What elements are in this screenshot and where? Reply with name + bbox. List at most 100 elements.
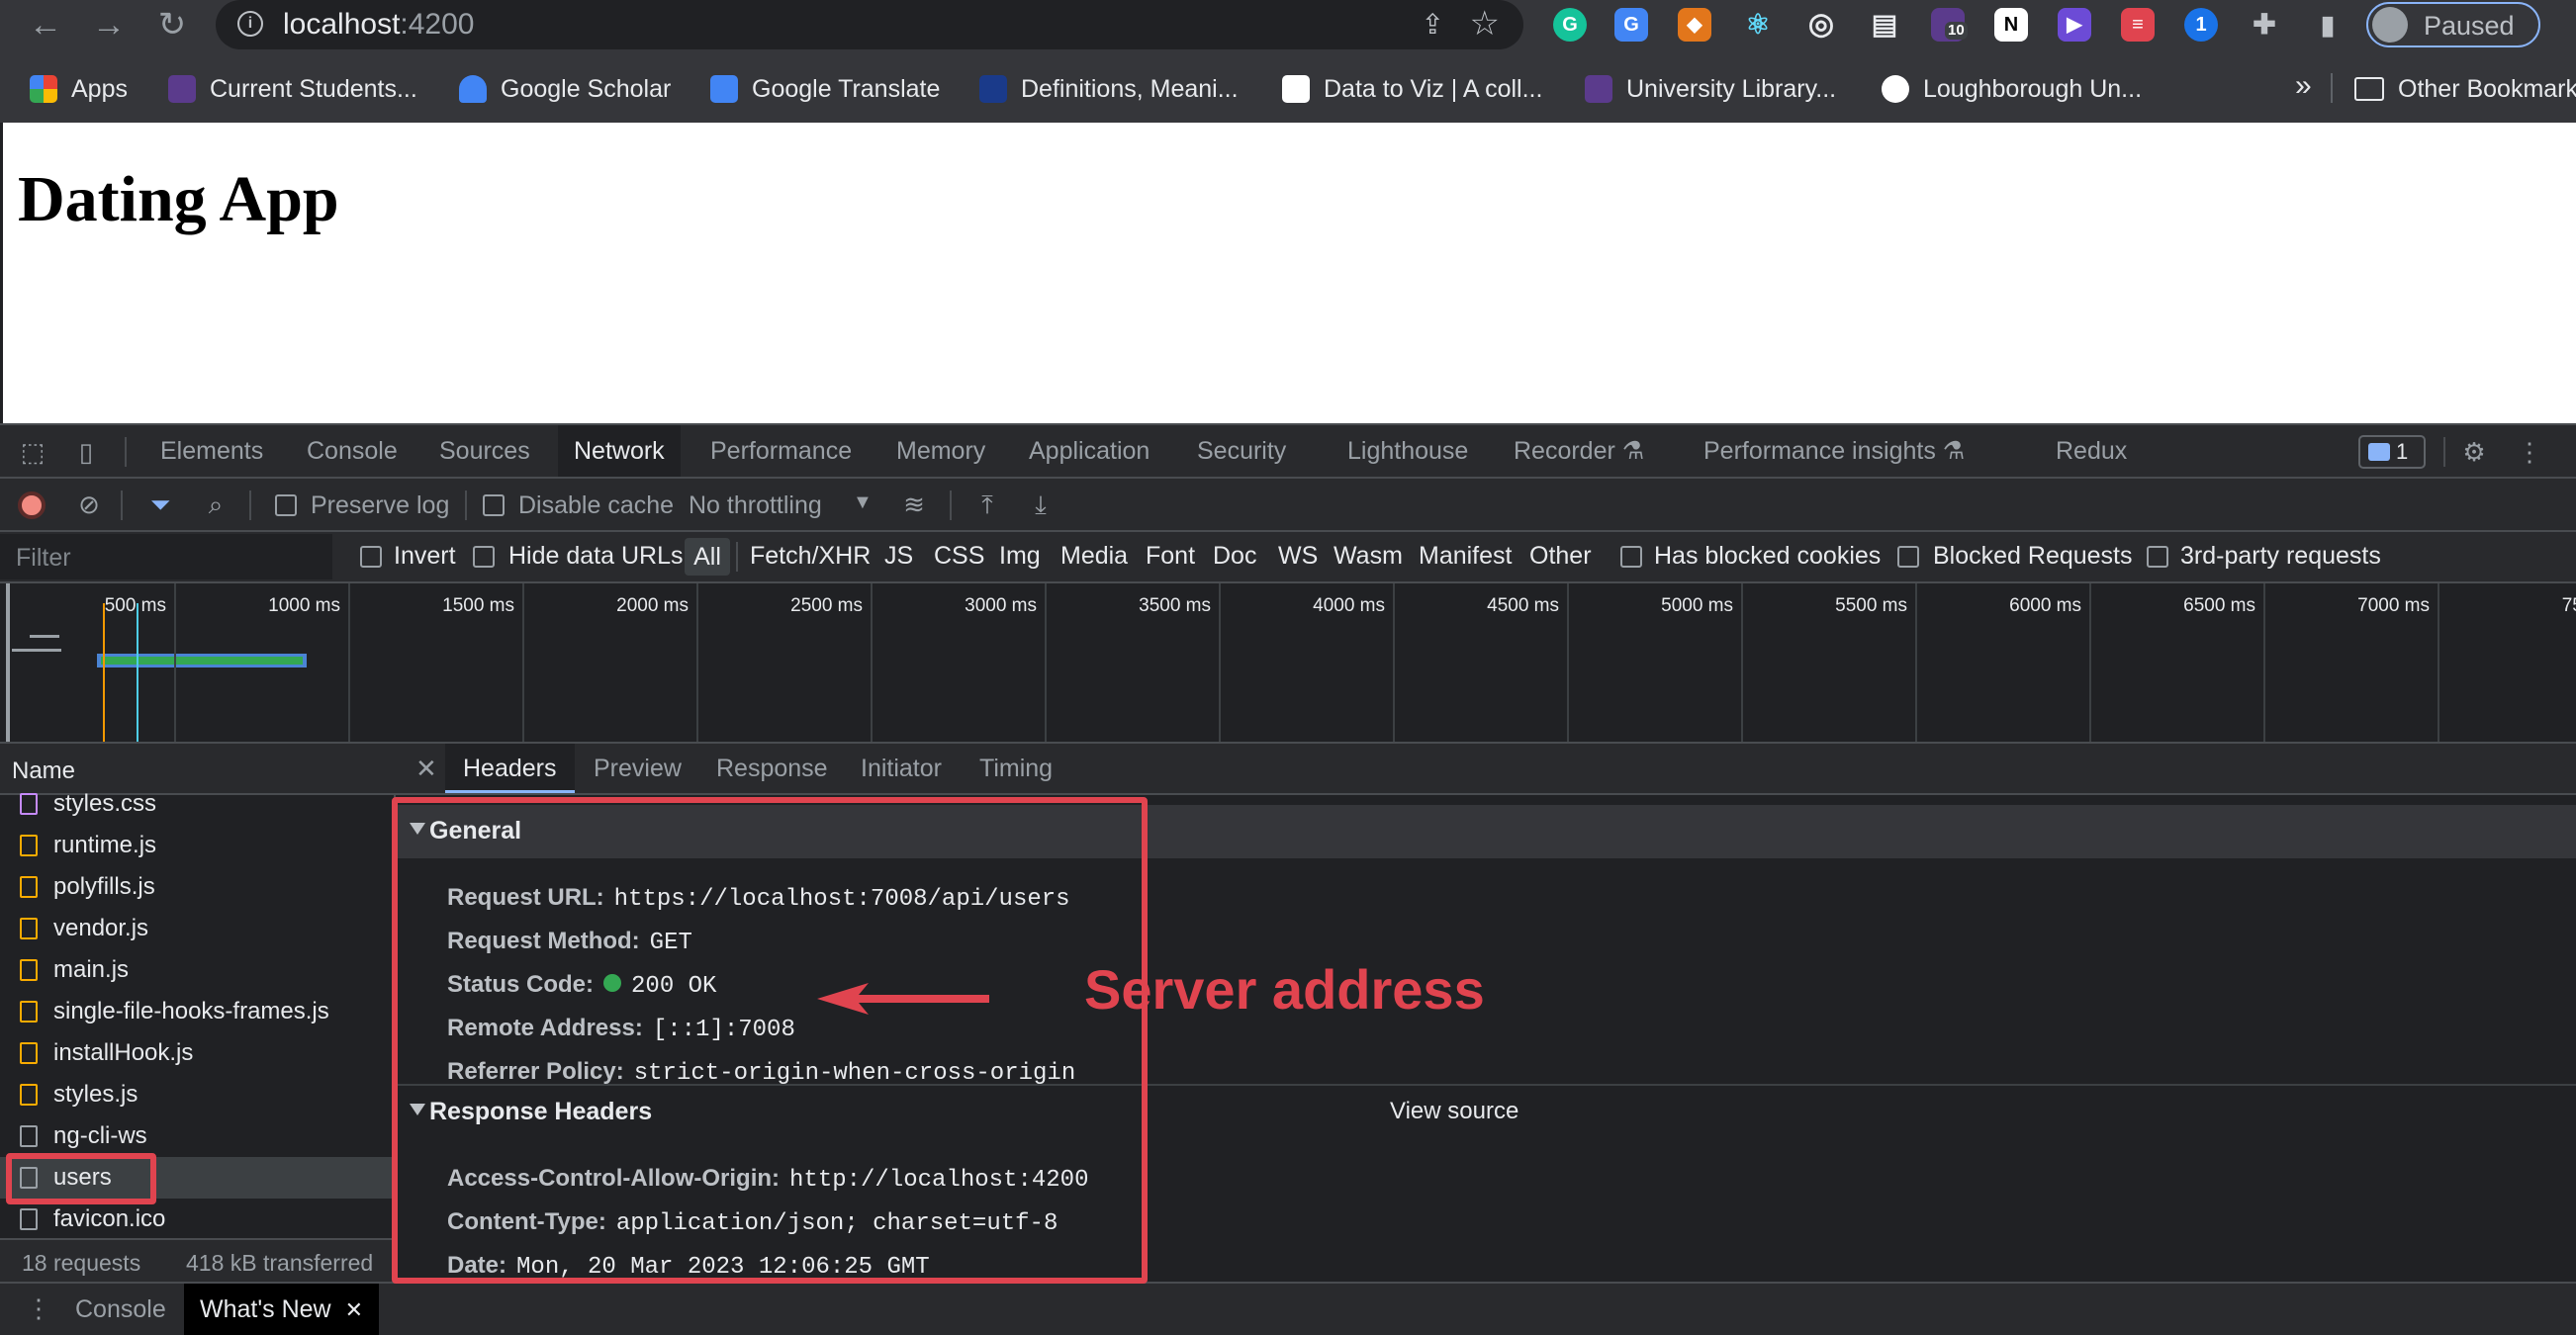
tab-elements[interactable]: Elements <box>144 425 279 477</box>
filter-type-other[interactable]: Other <box>1529 542 1592 571</box>
timeline-start-handle[interactable] <box>6 583 10 742</box>
inspect-element-icon[interactable]: ⬚ <box>18 437 47 467</box>
drawer-tab-console[interactable]: Console <box>59 1284 182 1335</box>
filter-type-ws[interactable]: WS <box>1278 542 1318 571</box>
tab-console[interactable]: Console <box>291 425 414 477</box>
tab-network[interactable]: Network <box>558 425 681 477</box>
filter-type-manifest[interactable]: Manifest <box>1419 542 1512 571</box>
filter-type-wasm[interactable]: Wasm <box>1334 542 1403 571</box>
tab-lighthouse[interactable]: Lighthouse <box>1332 425 1484 477</box>
clear-icon[interactable]: ⊘ <box>73 489 105 520</box>
hide-data-urls-checkbox[interactable] <box>473 546 495 568</box>
filter-type-img[interactable]: Img <box>999 542 1041 571</box>
bookmark-apps[interactable]: Apps <box>30 71 128 107</box>
filter-input[interactable]: Filter <box>0 534 332 579</box>
tab-response[interactable]: Response <box>698 744 846 793</box>
request-row-single-file-hooks-frames-js[interactable]: single-file-hooks-frames.js <box>0 991 394 1032</box>
request-row-main-js[interactable]: main.js <box>0 949 394 991</box>
request-row-polyfills-js[interactable]: polyfills.js <box>0 866 394 908</box>
tab-timing[interactable]: Timing <box>962 744 1070 793</box>
search-icon[interactable]: ⌕ <box>200 489 231 520</box>
close-icon[interactable]: ✕ <box>415 754 437 784</box>
filter-type-font[interactable]: Font <box>1146 542 1195 571</box>
request-row-styles-js[interactable]: styles.js <box>0 1074 394 1115</box>
request-row-installhook-js[interactable]: installHook.js <box>0 1032 394 1074</box>
request-row-runtime-js[interactable]: runtime.js <box>0 825 394 866</box>
invert-checkbox[interactable] <box>360 546 382 568</box>
request-row-vendor-js[interactable]: vendor.js <box>0 908 394 949</box>
view-source-link[interactable]: View source <box>1390 1098 1518 1125</box>
tab-memory[interactable]: Memory <box>880 425 1001 477</box>
request-row-styles-css[interactable]: styles.css <box>0 783 394 825</box>
url-text[interactable]: localhost:4200 <box>283 8 474 42</box>
site-info-icon[interactable]: i <box>237 11 263 37</box>
address-bar[interactable]: i localhost:4200 ⇪ ☆ <box>216 0 1523 49</box>
request-row-favicon-ico[interactable]: favicon.ico <box>0 1199 394 1240</box>
settings-gear-icon[interactable]: ⚙ <box>2459 437 2489 467</box>
bookmark-google-scholar[interactable]: Google Scholar <box>459 71 671 107</box>
bookmark-google-translate[interactable]: Google Translate <box>710 71 940 107</box>
forward-arrow-icon[interactable]: → <box>89 6 129 44</box>
filter-type-css[interactable]: CSS <box>934 542 984 571</box>
network-conditions-icon[interactable]: ≋ <box>898 489 930 520</box>
tab-application[interactable]: Application <box>1013 425 1165 477</box>
more-options-icon[interactable]: ⋮ <box>2515 437 2544 467</box>
filter-type-fetch-xhr[interactable]: Fetch/XHR <box>750 542 871 571</box>
drawer-menu-icon[interactable]: ⋮ <box>26 1293 51 1324</box>
bookmark-data-to-viz[interactable]: Data to Viz | A coll... <box>1282 71 1542 107</box>
stripes-extension-icon[interactable]: ≡ <box>2121 8 2155 42</box>
chevron-down-icon[interactable]: ▼ <box>853 491 873 514</box>
tab-sources[interactable]: Sources <box>423 425 546 477</box>
play-extension-icon[interactable]: ▶ <box>2058 8 2091 42</box>
translate-extension-icon[interactable]: G <box>1614 8 1648 42</box>
password-extension-icon[interactable]: 1 <box>2184 8 2218 42</box>
reload-icon[interactable]: ↻ <box>152 6 192 44</box>
extensions-puzzle-icon[interactable]: ✚ <box>2248 8 2281 42</box>
record-button[interactable] <box>18 491 46 519</box>
device-toolbar-icon[interactable]: ▯ <box>71 437 101 467</box>
blocked-requests-checkbox[interactable] <box>1897 546 1919 568</box>
bookmark-university-library[interactable]: University Library... <box>1585 71 1836 107</box>
tab-security[interactable]: Security <box>1181 425 1302 477</box>
tab-redux[interactable]: Redux <box>2040 425 2143 477</box>
bookmark-definitions[interactable]: Definitions, Meani... <box>979 71 1239 107</box>
tab-recorder[interactable]: Recorder ⚗ <box>1498 425 1660 477</box>
preserve-log-checkbox[interactable] <box>275 494 297 516</box>
tab-performance[interactable]: Performance <box>694 425 868 477</box>
bookmark-other[interactable]: Other Bookmarks <box>2354 71 2576 107</box>
filter-type-js[interactable]: JS <box>884 542 913 571</box>
bookmark-loughborough[interactable]: Loughborough Un... <box>1882 71 2142 107</box>
bookmark-star-icon[interactable]: ☆ <box>1470 4 1500 44</box>
close-icon[interactable]: ✕ <box>345 1297 363 1322</box>
filter-type-doc[interactable]: Doc <box>1213 542 1256 571</box>
side-panel-icon[interactable]: ▮ <box>2311 8 2345 42</box>
back-arrow-icon[interactable]: ← <box>26 6 65 44</box>
request-row-ng-cli-ws[interactable]: ng-cli-ws <box>0 1115 394 1157</box>
target-extension-icon[interactable]: ◎ <box>1804 8 1838 42</box>
bookmarks-overflow-chevron[interactable]: » <box>2295 69 2312 103</box>
notion-extension-icon[interactable]: N <box>1994 8 2028 42</box>
filter-type-media[interactable]: Media <box>1060 542 1128 571</box>
third-party-checkbox[interactable] <box>2147 546 2168 568</box>
react-devtools-icon[interactable]: ⚛ <box>1741 8 1775 42</box>
import-har-icon[interactable]: ⤒ <box>971 489 1003 520</box>
document-extension-icon[interactable]: ▤ <box>1868 8 1901 42</box>
issues-badge[interactable]: 1 <box>2358 435 2426 469</box>
drawer-tab-whats-new[interactable]: What's New ✕ <box>184 1284 380 1335</box>
throttling-select[interactable]: No throttling <box>689 491 822 520</box>
tab-performance-insights[interactable]: Performance insights ⚗ <box>1688 425 1980 477</box>
grammarly-extension-icon[interactable]: G <box>1553 8 1587 42</box>
badge-extension-icon[interactable]: 10 <box>1931 8 1968 42</box>
share-icon[interactable]: ⇪ <box>1422 8 1444 41</box>
export-har-icon[interactable]: ⤓ <box>1025 489 1057 520</box>
filter-funnel-icon[interactable]: ⏷ <box>144 489 176 520</box>
profile-button[interactable]: Paused <box>2366 2 2540 47</box>
tab-initiator[interactable]: Initiator <box>843 744 960 793</box>
filter-type-all[interactable]: All <box>685 538 730 576</box>
bookmark-current-students[interactable]: Current Students... <box>168 71 417 107</box>
has-blocked-cookies-checkbox[interactable] <box>1620 546 1642 568</box>
metamask-extension-icon[interactable]: ◆ <box>1678 8 1711 42</box>
tab-preview[interactable]: Preview <box>576 744 699 793</box>
network-overview-timeline[interactable]: 500 ms 1000 ms 1500 ms 2000 ms 2500 ms 3000 m… <box>0 583 2576 744</box>
disable-cache-checkbox[interactable] <box>483 494 505 516</box>
